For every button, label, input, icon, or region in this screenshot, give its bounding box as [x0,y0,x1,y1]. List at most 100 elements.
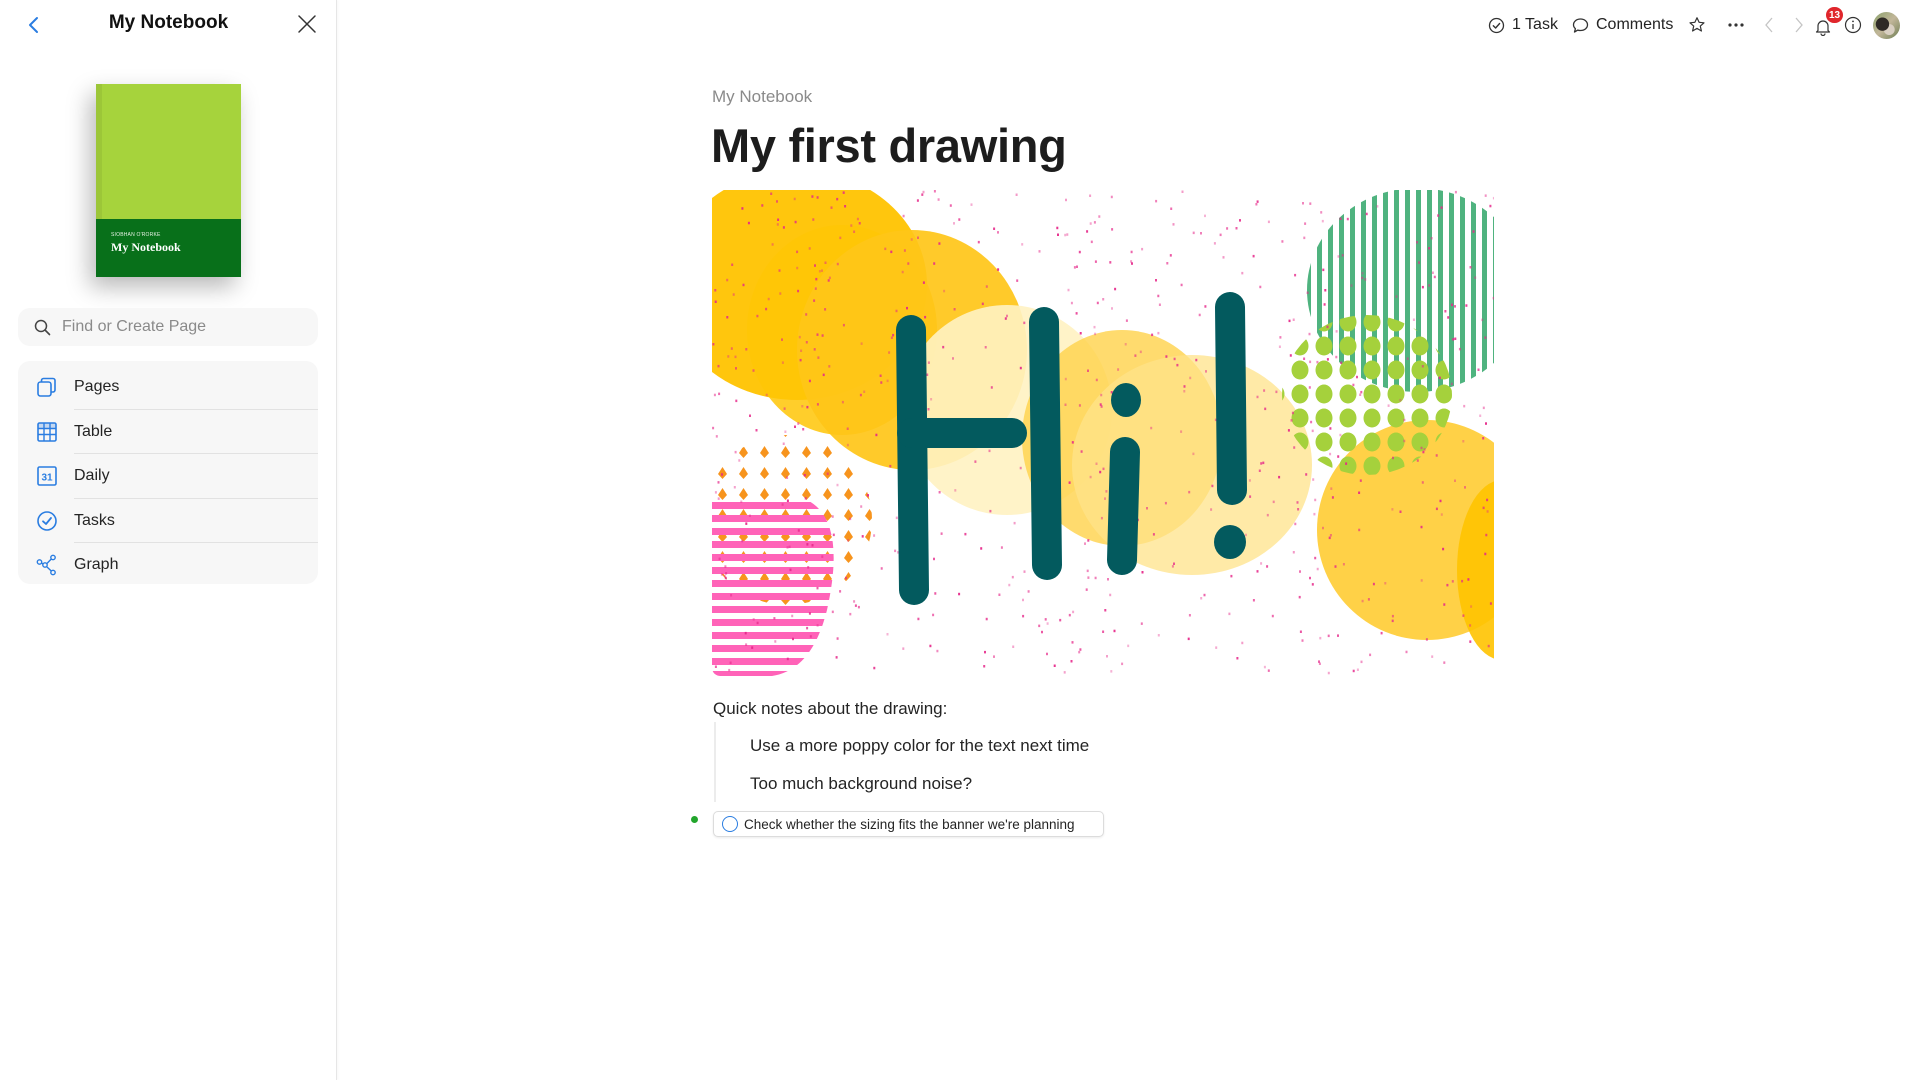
speckle [1339,433,1342,437]
speckle [1435,454,1438,457]
speckle [1320,211,1323,214]
speckle [1104,609,1107,612]
speckle [1304,222,1307,225]
speckle [717,481,720,484]
speckle [1117,368,1120,371]
speckle [1041,630,1043,634]
sidebar-item-daily[interactable]: 31 Daily [18,454,318,499]
speckle [1439,499,1442,503]
speckle [927,408,930,411]
speckle [1022,598,1024,602]
speckle [1263,665,1266,669]
speckle [1071,441,1074,444]
speckle [1106,655,1108,658]
speckle [844,205,847,208]
speckle [1272,500,1275,504]
speckle [781,503,784,506]
speckle [1078,404,1081,407]
close-sidebar-button[interactable] [296,13,318,35]
more-options-button[interactable] [1727,10,1745,40]
speckle [1391,614,1394,618]
task-item[interactable]: Check whether the sizing fits the banner… [713,811,1104,837]
speckle [1309,360,1312,364]
speckle [1166,262,1169,265]
navigate-back-button[interactable] [1762,10,1776,40]
sidebar-item-tasks[interactable]: Tasks [18,499,318,543]
speckle [776,223,779,226]
favorite-button[interactable] [1688,10,1706,40]
speckle [954,489,957,492]
speckle [744,631,747,635]
speckle [1329,534,1332,537]
navigate-forward-button[interactable] [1792,10,1806,40]
notification-badge: 13 [1826,7,1844,23]
notifications-button[interactable]: 13 [1814,7,1844,40]
speckle [1275,390,1278,394]
speckle [933,190,936,193]
user-avatar[interactable] [1873,12,1900,39]
speckle [1084,542,1086,545]
speckle [816,624,819,627]
speckle [1263,389,1266,392]
notes-paragraph[interactable]: Quick notes about the drawing: [713,699,947,719]
search-box[interactable] [18,308,318,346]
speckle [805,313,808,316]
speckle [1072,610,1075,614]
search-input[interactable] [62,318,302,336]
speckle [922,281,925,284]
page-title[interactable]: My first drawing [711,118,1067,173]
speckle [1141,247,1144,251]
speckle [1222,256,1225,259]
speckle [1089,194,1092,197]
speckle [786,657,789,661]
speckle [902,214,905,218]
speckle [1364,278,1367,281]
speckle [1213,242,1216,245]
close-icon [298,15,316,33]
sidebar-item-graph[interactable]: Graph [18,543,318,588]
speckle [1311,583,1314,586]
sidebar-item-pages[interactable]: Pages [18,365,318,410]
speckle [771,243,774,246]
task-checkbox[interactable] [722,816,738,832]
speckle [1252,599,1255,602]
speckle [714,491,717,494]
speckle [1337,255,1340,258]
speckle [1452,338,1455,341]
speckle [1360,660,1363,664]
speckle [934,592,937,595]
speckle [1109,593,1112,597]
speckle [1100,516,1103,520]
notebook-cover[interactable]: SIOBHAN O'RORKE My Notebook [96,84,241,277]
speckle [1482,506,1485,510]
speckle [1421,285,1424,289]
quote-item[interactable]: Use a more poppy color for the text next… [750,736,1089,756]
drawing-image[interactable] [712,190,1494,676]
speckle [1095,378,1098,382]
speckle [1219,233,1222,237]
speckle [797,529,800,532]
speckle [1189,376,1192,380]
speckle [1322,268,1325,272]
speckle [1308,386,1311,389]
comments-button[interactable]: Comments [1572,10,1673,40]
speckle [717,364,720,368]
speckle [818,270,821,273]
speckle [1094,576,1097,580]
speckle [776,200,778,203]
tasks-button[interactable]: 1 Task [1488,10,1558,40]
speckle [1228,612,1231,616]
speckle [863,390,866,393]
quote-item[interactable]: Too much background noise? [750,774,972,794]
speckle [1087,576,1090,579]
speckle [1079,648,1082,651]
sidebar-item-table[interactable]: Table [18,410,318,454]
speckle [980,547,983,550]
info-button[interactable] [1844,10,1862,40]
speckle [910,238,913,241]
speckle [1180,283,1183,287]
speckle [1395,295,1398,298]
speckle [938,491,941,494]
breadcrumb[interactable]: My Notebook [712,87,812,107]
speckle [835,656,838,659]
